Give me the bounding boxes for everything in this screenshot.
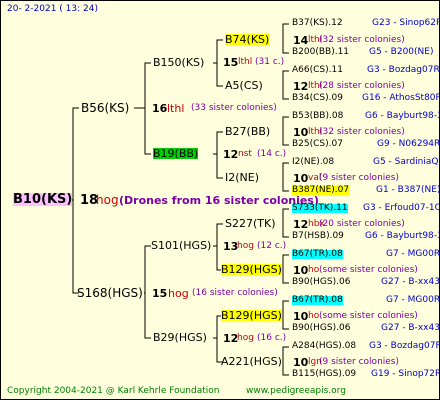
ancestor-a66-link[interactable]: G3 - Bozdag07R	[367, 66, 439, 75]
root-queen[interactable]: B10(KS)	[13, 193, 73, 206]
ancestor-b37-link[interactable]: G23 - Sinop62R	[372, 19, 439, 28]
root-marker: hog	[96, 193, 119, 207]
ancestor-b37[interactable]: B37(KS).12	[292, 19, 343, 28]
s101-marker: hog	[237, 241, 254, 251]
queen-s101[interactable]: S101(HGS)	[151, 240, 211, 251]
ancestor-b7[interactable]: B7(HSB).09	[292, 232, 344, 241]
i2-sister-count: (9 sister colonies)	[319, 173, 400, 183]
a221-sister-count: (9 sister colonies)	[319, 357, 400, 367]
ancestor-b387[interactable]: B387(NE).07	[292, 186, 350, 195]
b29-sister-count: (16 c.)	[257, 333, 287, 343]
b19-generation: 12	[223, 148, 239, 161]
ancestor-b67-b-link[interactable]: G7 - MG00R	[386, 296, 439, 305]
b56-marker: lthl	[167, 102, 185, 115]
s227-sister-count: (20 sister colonies)	[319, 219, 405, 229]
footer-site-link[interactable]: www.pedigreeapis.org	[246, 387, 346, 396]
ancestor-i2-link[interactable]: G5 - SardiniaQ	[373, 158, 438, 167]
s168-generation: 15	[152, 287, 168, 300]
ancestor-b67-b[interactable]: B67(TR).08	[292, 296, 343, 305]
ancestor-b53-link[interactable]: G6 - Bayburt98-3	[365, 112, 439, 121]
b29-marker: hog	[237, 333, 254, 343]
b74-sister-count: (32 sister colonies)	[319, 35, 405, 45]
b56-sister-count: (33 sister colonies)	[191, 103, 277, 113]
b129a-sister-count: (some sister colonies)	[319, 265, 418, 275]
ancestor-b115-link[interactable]: G19 - Sinop72R	[371, 370, 439, 379]
i2-generation: 10	[293, 172, 309, 185]
ancestor-b34-link[interactable]: G16 - AthosSt80R	[362, 94, 439, 103]
queen-i2[interactable]: I2(NE)	[225, 172, 259, 183]
ancestor-b387-link[interactable]: G1 - B387(NE)	[376, 186, 439, 195]
queen-a5[interactable]: A5(CS)	[225, 80, 263, 91]
b150-sister-count: (31 c.)	[255, 57, 285, 67]
ancestor-b67-a[interactable]: B67(TR).08	[292, 250, 343, 259]
b129a-generation: 10	[293, 264, 309, 277]
ancestor-a66[interactable]: A66(CS).11	[292, 66, 343, 75]
ancestor-b90-a[interactable]: B90(HGS).06	[292, 278, 350, 287]
ancestor-b25-link[interactable]: G9 - N06294R	[377, 140, 439, 149]
a221-generation: 10	[293, 356, 309, 369]
b27-sister-count: (32 sister colonies)	[319, 127, 405, 137]
ancestor-a284-link[interactable]: G3 - Bozdag07R	[369, 342, 439, 351]
b27-generation: 10	[293, 126, 309, 139]
b129b-sister-count: (some sister colonies)	[319, 311, 418, 321]
ancestor-b67-a-link[interactable]: G7 - MG00R	[386, 250, 439, 259]
report-date: 20- 2-2021 ( 13: 24)	[7, 4, 98, 14]
ancestor-a284[interactable]: A284(HGS).08	[292, 342, 356, 351]
b56-generation: 16	[152, 102, 168, 115]
a5-generation: 12	[293, 80, 309, 93]
queen-b74[interactable]: B74(KS)	[225, 34, 270, 45]
queen-b19[interactable]: B19(BB)	[153, 148, 199, 159]
queen-b129-b[interactable]: B129(HGS)	[221, 310, 282, 321]
ancestor-b7-link[interactable]: G6 - Bayburt98-3	[365, 232, 439, 241]
queen-s227[interactable]: S227(TK)	[225, 218, 276, 229]
b19-marker: nst	[238, 149, 252, 159]
ancestor-b200-link[interactable]: G5 - B200(NE)	[369, 48, 433, 57]
ancestor-b200[interactable]: B200(BB).11	[292, 48, 349, 57]
s227-generation: 12	[293, 218, 309, 231]
ancestor-s733-link[interactable]: G3 - Erfoud07-1Q	[363, 204, 439, 213]
b19-sister-count: (14 c.)	[257, 149, 287, 159]
b150-generation: 15	[223, 56, 239, 69]
a5-sister-count: (28 sister colonies)	[319, 81, 405, 91]
b129b-generation: 10	[293, 310, 309, 323]
b129b-marker: ho	[308, 311, 320, 321]
ancestor-b25[interactable]: B25(CS).07	[292, 140, 343, 149]
ancestor-b115[interactable]: B115(HGS).09	[292, 370, 356, 379]
queen-b29[interactable]: B29(HGS)	[153, 332, 207, 343]
queen-a221[interactable]: A221(HGS)	[221, 356, 282, 367]
ancestor-b90-b[interactable]: B90(HGS).06	[292, 324, 350, 333]
queen-s168[interactable]: S168(HGS)	[77, 287, 143, 299]
ancestor-s733[interactable]: S733(TK).11	[292, 204, 348, 213]
ancestor-i2[interactable]: I2(NE).08	[292, 158, 334, 167]
ancestor-b90-a-link[interactable]: G27 - B-xx43	[381, 278, 439, 287]
queen-b129-a[interactable]: B129(HGS)	[221, 264, 282, 275]
ancestor-b53[interactable]: B53(BB).08	[292, 112, 343, 121]
pedigree-frame: 20- 2-2021 ( 13: 24) B10(KS) 18 hog (Dro…	[0, 0, 440, 400]
ancestor-b90-b-link[interactable]: G27 - B-xx43	[381, 324, 439, 333]
root-drone-note: (Drones from 16 sister colonies)	[119, 194, 319, 207]
s168-marker: hog	[168, 287, 189, 300]
s168-sister-count: (16 sister colonies)	[192, 288, 278, 298]
s101-sister-count: (12 c.)	[257, 241, 287, 251]
ancestor-b34[interactable]: B34(CS).09	[292, 94, 343, 103]
queen-b150[interactable]: B150(KS)	[153, 57, 204, 68]
b150-marker: lthl	[238, 57, 253, 67]
b129a-marker: ho	[308, 265, 320, 275]
footer-copyright: Copyright 2004-2021 @ Karl Kehrle Founda…	[7, 386, 220, 396]
queen-b27[interactable]: B27(BB)	[225, 126, 270, 137]
queen-b56[interactable]: B56(KS)	[81, 102, 129, 114]
b74-generation: 14	[293, 34, 309, 47]
